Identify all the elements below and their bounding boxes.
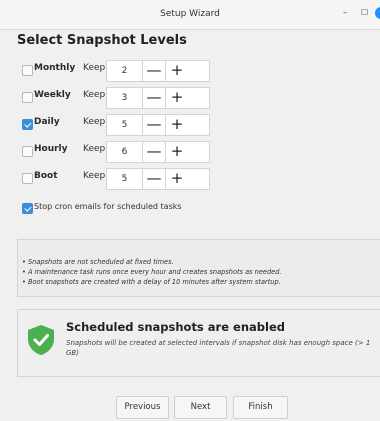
maximize-button[interactable]: ☐ xyxy=(361,8,368,17)
daily-count-input[interactable]: 5 xyxy=(107,115,142,135)
hourly-stepper: 6 — + xyxy=(106,141,210,163)
boot-count-input[interactable]: 5 xyxy=(107,169,142,189)
minimize-button[interactable]: – xyxy=(343,8,348,18)
hourly-checkbox[interactable] xyxy=(22,146,33,157)
weekly-increment-button[interactable]: + xyxy=(165,88,188,108)
level-row-weekly: Weekly Keep 3 — + xyxy=(22,87,210,109)
status-description: Snapshots will be created at selected in… xyxy=(66,339,371,357)
daily-checkbox[interactable] xyxy=(22,119,33,130)
weekly-checkbox[interactable] xyxy=(22,92,33,103)
daily-label: Daily xyxy=(34,117,60,127)
monthly-count-input[interactable]: 2 xyxy=(107,61,142,81)
window-title: Setup Wizard xyxy=(160,9,220,19)
boot-checkbox[interactable] xyxy=(22,173,33,184)
next-button[interactable]: Next xyxy=(174,396,227,419)
boot-increment-button[interactable]: + xyxy=(165,169,188,189)
status-title: Scheduled snapshots are enabled xyxy=(66,320,285,334)
note-maintenance-task: • A maintenance task runs once every hou… xyxy=(22,268,282,276)
weekly-label: Weekly xyxy=(34,90,71,100)
weekly-keep-label: Keep xyxy=(83,90,106,100)
title-bar: Setup Wizard – ☐ xyxy=(0,0,380,30)
finish-button[interactable]: Finish xyxy=(233,396,288,419)
level-row-boot: Boot Keep 5 — + xyxy=(22,168,210,190)
previous-button[interactable]: Previous xyxy=(116,396,169,419)
monthly-increment-button[interactable]: + xyxy=(165,61,188,81)
monthly-label: Monthly xyxy=(34,63,76,73)
daily-keep-label: Keep xyxy=(83,117,106,127)
shield-check-icon xyxy=(28,325,54,355)
page-heading: Select Snapshot Levels xyxy=(17,33,187,48)
daily-increment-button[interactable]: + xyxy=(165,115,188,135)
hourly-count-input[interactable]: 6 xyxy=(107,142,142,162)
hourly-keep-label: Keep xyxy=(83,144,106,154)
monthly-decrement-button[interactable]: — xyxy=(142,61,165,81)
note-fixed-times: • Snapshots are not scheduled at fixed t… xyxy=(22,258,174,266)
boot-stepper: 5 — + xyxy=(106,168,210,190)
monthly-checkbox[interactable] xyxy=(22,65,33,76)
daily-decrement-button[interactable]: — xyxy=(142,115,165,135)
monthly-stepper: 2 — + xyxy=(106,60,210,82)
weekly-decrement-button[interactable]: — xyxy=(142,88,165,108)
weekly-stepper: 3 — + xyxy=(106,87,210,109)
monthly-keep-label: Keep xyxy=(83,63,106,73)
close-button[interactable] xyxy=(375,7,380,19)
schedule-notes-panel: • Snapshots are not scheduled at fixed t… xyxy=(17,239,380,297)
boot-decrement-button[interactable]: — xyxy=(142,169,165,189)
boot-keep-label: Keep xyxy=(83,171,106,181)
boot-label: Boot xyxy=(34,171,58,181)
note-boot-delay: • Boot snapshots are created with a dela… xyxy=(22,278,281,286)
hourly-label: Hourly xyxy=(34,144,68,154)
cron-email-label: Stop cron emails for scheduled tasks xyxy=(34,202,182,211)
schedule-status-panel: Scheduled snapshots are enabled Snapshot… xyxy=(17,309,380,377)
weekly-count-input[interactable]: 3 xyxy=(107,88,142,108)
hourly-decrement-button[interactable]: — xyxy=(142,142,165,162)
level-row-daily: Daily Keep 5 — + xyxy=(22,114,210,136)
cron-email-option: Stop cron emails for scheduled tasks xyxy=(22,202,322,216)
level-row-monthly: Monthly Keep 2 — + xyxy=(22,60,210,82)
cron-email-checkbox[interactable] xyxy=(22,203,33,214)
level-row-hourly: Hourly Keep 6 — + xyxy=(22,141,210,163)
daily-stepper: 5 — + xyxy=(106,114,210,136)
hourly-increment-button[interactable]: + xyxy=(165,142,188,162)
